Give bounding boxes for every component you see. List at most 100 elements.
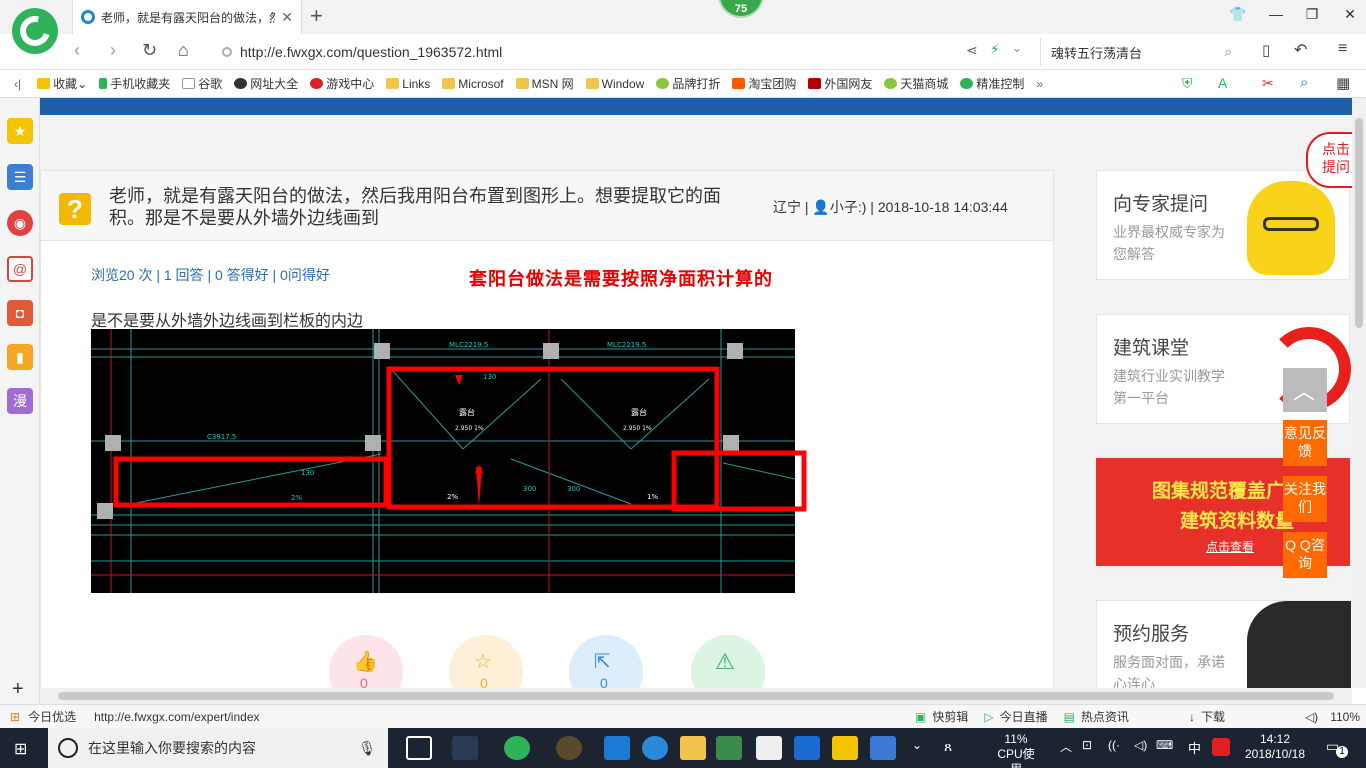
translate-icon[interactable]: A	[1218, 75, 1227, 91]
share-button[interactable]: ⇱ 0	[569, 635, 643, 688]
bookmark-item[interactable]: 网址大全	[234, 75, 298, 92]
status-left[interactable]: 今日优选	[28, 708, 76, 725]
bookmark-item[interactable]: 外国网友	[808, 75, 872, 92]
weibo-icon[interactable]: ◉	[7, 210, 33, 236]
bookmark-item[interactable]: 手机收藏夹	[99, 75, 170, 92]
banner-cta[interactable]: 点击查看	[1206, 538, 1254, 555]
close-window-button[interactable]: ✕	[1340, 6, 1360, 23]
bookmark-favorites[interactable]: 收藏 ⌄	[37, 75, 87, 92]
status-item[interactable]: 快剪辑	[932, 708, 968, 725]
author[interactable]: 小子:)	[830, 199, 867, 215]
ask-expert-card[interactable]: 向专家提问 业界最权威专家为您解答	[1096, 170, 1350, 280]
network-tray-icon[interactable]: ⊡	[1082, 738, 1092, 752]
phone-icon[interactable]: ▯	[1262, 41, 1270, 59]
task-view-icon[interactable]	[406, 736, 432, 760]
status-item[interactable]: 热点资讯	[1081, 708, 1129, 725]
cpu-meter[interactable]: 11% CPU使用	[992, 732, 1040, 777]
follow-button[interactable]: 关注我们	[1283, 476, 1327, 522]
url-field[interactable]: http://e.fwxgx.com/question_1963572.html	[222, 40, 1032, 64]
bookmark-item[interactable]: 品牌打折	[656, 75, 720, 92]
zoom-level[interactable]: 110%	[1330, 710, 1360, 724]
windows-start-icon[interactable]: ⊞	[14, 739, 27, 759]
report-button[interactable]: ⚠	[691, 635, 765, 688]
g-app-icon[interactable]	[794, 736, 820, 760]
mail-icon[interactable]	[756, 736, 782, 760]
email-icon[interactable]: @	[7, 256, 33, 282]
bookmark-item[interactable]: 精准控制	[960, 75, 1024, 92]
keyboard-icon[interactable]: ⌨	[1156, 738, 1173, 752]
bookmark-item[interactable]: MSN 网	[515, 75, 574, 92]
more-bookmarks-icon[interactable]: »	[1036, 77, 1043, 91]
taskbar-search[interactable]: 在这里输入你要搜索的内容 🎙	[48, 728, 388, 768]
bookmark-item[interactable]: 谷歌	[182, 75, 222, 92]
back-to-top-button[interactable]: ︿	[1283, 368, 1327, 412]
grid-icon[interactable]: ▦	[1336, 74, 1350, 92]
status-item[interactable]: 下载	[1201, 708, 1225, 725]
sogou-icon[interactable]	[1212, 738, 1230, 756]
chevron-up-icon[interactable]: ︿	[1060, 738, 1072, 755]
new-tab-button[interactable]: +	[310, 4, 323, 28]
ime-indicator[interactable]: 中	[1188, 738, 1201, 757]
undo-icon[interactable]: ↶	[1294, 40, 1307, 60]
service-card[interactable]: 预约服务 服务面对面，承诺心连心	[1096, 600, 1351, 688]
favorites-icon[interactable]: ★	[7, 118, 33, 144]
refresh-button[interactable]: ↻	[142, 40, 157, 61]
clock[interactable]: 14:12 2018/10/18	[1240, 732, 1310, 762]
people-icon[interactable]: ጸ	[944, 738, 952, 755]
file-explorer-icon[interactable]	[680, 736, 706, 760]
qq-consult-button[interactable]: Q Q咨询	[1283, 532, 1327, 578]
chevron-down-icon[interactable]: ⌄	[1012, 41, 1022, 55]
speaker-icon[interactable]: ◁)	[1134, 738, 1147, 752]
hscroll-thumb[interactable]	[58, 692, 1334, 700]
minimize-button[interactable]: —	[1266, 6, 1286, 22]
scissors-icon[interactable]: ✂	[1262, 75, 1274, 92]
bookmark-item[interactable]: 淘宝团购	[732, 75, 796, 92]
fan-icon[interactable]	[452, 736, 478, 760]
favorite-button[interactable]: ☆ 0	[449, 635, 523, 688]
magnifier-icon[interactable]: ⌕	[1300, 74, 1308, 91]
wifi-icon[interactable]: ((·	[1108, 738, 1120, 752]
bookmark-item[interactable]: Links	[386, 77, 430, 91]
browser-logo[interactable]	[12, 8, 58, 54]
vertical-scrollbar[interactable]	[1352, 98, 1366, 688]
search-box[interactable]: 魂转五行荡清台 ⌕	[1040, 38, 1240, 66]
app-icon[interactable]	[870, 736, 896, 760]
gamepad-icon[interactable]: ◘	[7, 300, 33, 326]
forward-button[interactable]: ›	[110, 40, 116, 61]
count-badge[interactable]: 75	[718, 0, 764, 18]
bookmark-item[interactable]: Window	[585, 77, 644, 91]
horizontal-scrollbar[interactable]	[40, 688, 1352, 704]
close-tab-icon[interactable]: ✕	[281, 9, 293, 26]
lightning-icon[interactable]: ⚡	[990, 41, 1000, 58]
feedback-button[interactable]: 意见反馈	[1283, 420, 1327, 466]
bookmark-item[interactable]: Microsof	[442, 77, 504, 91]
add-icon[interactable]: +	[12, 678, 24, 701]
bookmark-item[interactable]: 游戏中心	[310, 75, 374, 92]
scroll-thumb[interactable]	[1355, 118, 1363, 328]
restore-button[interactable]: ❐	[1302, 6, 1322, 23]
like-button[interactable]: 👍 0	[329, 635, 403, 688]
notes-icon[interactable]	[832, 736, 858, 760]
shirt-icon[interactable]: 👕	[1228, 6, 1248, 23]
menu-icon[interactable]: ≡	[1338, 40, 1347, 58]
microphone-icon[interactable]: 🎙	[358, 740, 376, 757]
media-icon[interactable]	[556, 736, 582, 760]
list-icon[interactable]: ☰	[7, 164, 33, 190]
search-icon[interactable]: ⌕	[1225, 44, 1232, 60]
active-browser-icon[interactable]	[716, 736, 742, 760]
home-button[interactable]: ⌂	[178, 40, 189, 61]
back-button[interactable]: ‹	[74, 40, 80, 61]
chevron-down-icon[interactable]: ⌄	[912, 738, 922, 752]
shield-icon[interactable]: ⛨	[1182, 75, 1193, 92]
volume-icon[interactable]: ◁)	[1305, 710, 1318, 724]
share-icon[interactable]: ⋖	[966, 42, 978, 59]
ie-icon[interactable]	[642, 736, 668, 760]
ask-corner-badge[interactable]: 点击提问	[1306, 132, 1352, 188]
book-icon[interactable]: ▮	[7, 344, 33, 370]
collapse-icon[interactable]: ‹|	[14, 77, 21, 91]
comic-icon[interactable]: 漫	[7, 388, 33, 414]
status-item[interactable]: 今日直播	[1000, 708, 1048, 725]
edge-icon[interactable]	[604, 736, 630, 760]
browser-tab[interactable]: 老师，就是有露天阳台的做法，然 ✕	[72, 0, 302, 34]
browser-e-icon[interactable]	[504, 736, 530, 760]
